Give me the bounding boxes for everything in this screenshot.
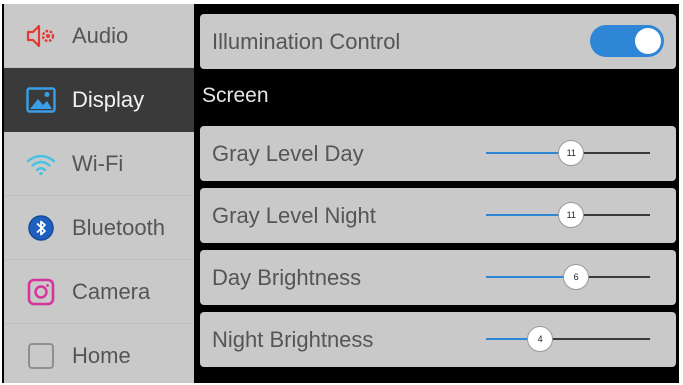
sidebar: Audio Display Wi-Fi Bluetooth Camera Hom… — [4, 4, 194, 383]
bluetooth-icon — [24, 211, 58, 245]
gray-level-day-slider[interactable]: 11 — [486, 140, 650, 166]
night-brightness-slider[interactable]: 4 — [486, 326, 650, 352]
sidebar-item-audio[interactable]: Audio — [4, 4, 194, 68]
sidebar-item-home[interactable]: Home — [4, 324, 194, 383]
slider-row-night-brightness: Night Brightness 4 — [200, 312, 676, 367]
slider-row-day-brightness: Day Brightness 6 — [200, 250, 676, 305]
slider-label: Day Brightness — [212, 264, 362, 290]
section-title-screen: Screen — [202, 84, 269, 107]
sidebar-item-camera[interactable]: Camera — [4, 260, 194, 324]
gray-level-night-slider[interactable]: 11 — [486, 202, 650, 228]
sidebar-item-bluetooth[interactable]: Bluetooth — [4, 196, 194, 260]
slider-label: Gray Level Day — [212, 140, 364, 166]
sidebar-item-wifi[interactable]: Wi-Fi — [4, 132, 194, 196]
sidebar-item-label: Wi-Fi — [72, 150, 124, 176]
image-icon — [24, 83, 58, 117]
sidebar-item-label: Display — [72, 86, 145, 112]
illumination-control-row: Illumination Control — [200, 14, 676, 69]
slider-row-gray-level-day: Gray Level Day 11 — [200, 126, 676, 181]
slider-row-gray-level-night: Gray Level Night 11 — [200, 188, 676, 243]
settings-window: Audio Display Wi-Fi Bluetooth Camera Hom… — [2, 4, 679, 383]
sidebar-item-label: Camera — [72, 278, 151, 304]
slider-thumb[interactable]: 6 — [563, 264, 590, 290]
speaker-gear-icon — [24, 19, 58, 53]
day-brightness-slider[interactable]: 6 — [486, 264, 650, 290]
sidebar-item-label: Audio — [72, 22, 129, 48]
camera-icon — [24, 275, 58, 309]
slider-label: Night Brightness — [212, 326, 374, 352]
illumination-control-label: Illumination Control — [212, 28, 401, 54]
slider-thumb[interactable]: 11 — [558, 140, 585, 166]
slider-label: Gray Level Night — [212, 202, 376, 228]
slider-thumb[interactable]: 4 — [527, 326, 554, 352]
toggle-knob — [635, 28, 661, 54]
sidebar-item-label: Bluetooth — [72, 214, 165, 240]
wifi-icon — [24, 147, 58, 181]
illumination-toggle[interactable] — [590, 25, 664, 57]
sidebar-item-label: Home — [72, 343, 131, 368]
sidebar-item-display[interactable]: Display — [4, 68, 194, 132]
home-square-icon — [24, 339, 58, 373]
slider-thumb[interactable]: 11 — [558, 202, 585, 228]
